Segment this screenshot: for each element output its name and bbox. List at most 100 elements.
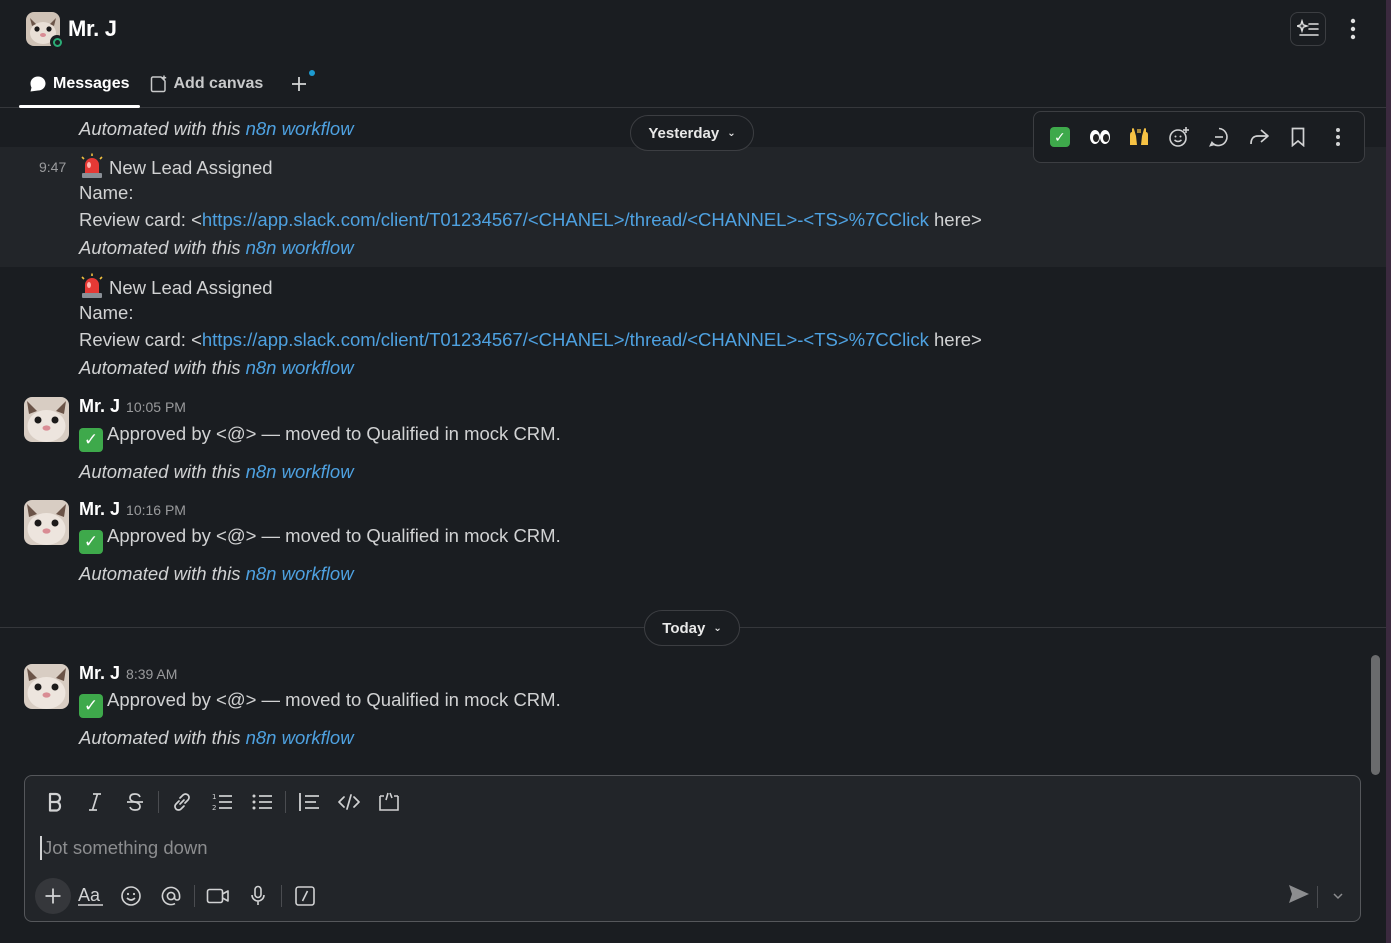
page-title[interactable]: Mr. J [68,16,117,42]
ordered-list-button[interactable]: 1 2 [202,785,242,819]
message-item[interactable]: New Lead Assigned Name: Review card: <ht… [0,267,1386,387]
send-button[interactable] [1288,884,1310,909]
add-reaction-button[interactable] [1159,117,1199,157]
avatar[interactable] [26,12,64,49]
plus-icon [45,888,61,904]
message-author[interactable]: Mr. J 10:05 PM [79,396,186,417]
date-label: Today [662,619,706,637]
send-options-button[interactable] [1332,886,1344,911]
bold-button[interactable] [35,785,75,819]
message-timestamp[interactable]: 8:39 AM [126,666,177,682]
mention-icon [161,886,181,906]
message-item[interactable]: 9:47 New Lead Assigned Name: Review card… [0,147,1386,267]
message-timestamp[interactable]: 9:47 [39,159,66,175]
code-block-button[interactable] [369,785,409,819]
automated-text: Automated with this [79,727,246,748]
more-options-button[interactable] [1335,12,1371,46]
message-timestamp[interactable]: 10:16 PM [126,502,186,518]
workflow-link[interactable]: n8n workflow [246,727,354,748]
message-item[interactable]: Mr. J 8:39 AM ✓ Approved by <@> — moved to… [0,660,1386,760]
message-text: ✓ Approved by <@> — moved to Qualified in… [79,525,561,554]
reply-thread-icon [1208,127,1228,147]
formatting-toolbar: 1 2 [35,785,409,819]
chevron-down-icon [1333,893,1343,900]
message-author[interactable]: Mr. J 8:39 AM [79,663,177,684]
message-actions-toolbar: ✓ [1033,111,1365,163]
check-mark-icon: ✓ [1049,127,1070,147]
text-format-button[interactable]: Aa [71,879,111,913]
emoji-icon [121,886,141,906]
eyes-reaction[interactable] [1080,117,1120,157]
workflow-link[interactable]: n8n workflow [246,237,354,258]
author-name[interactable]: Mr. J [79,499,120,519]
text-format-icon: Aa [78,885,103,906]
message-composer[interactable]: 1 2 Jot something down Aa [24,775,1361,922]
date-divider-today[interactable]: Today ⌄ [644,610,740,646]
review-prefix: Review card: < [79,209,202,230]
send-icon [1289,885,1309,903]
message-timestamp[interactable]: 10:05 PM [126,399,186,415]
tab-messages[interactable]: Messages [19,62,140,108]
blockquote-icon [299,793,319,811]
reply-thread-button[interactable] [1199,117,1239,157]
raised-hands-icon [1130,128,1149,145]
date-label: Yesterday [648,124,720,142]
toolbar-separator [158,791,159,813]
workflow-link[interactable]: n8n workflow [246,357,354,378]
mention-button[interactable] [151,879,191,913]
audio-clip-button[interactable] [238,879,278,913]
italic-button[interactable] [75,785,115,819]
svg-text:Aa: Aa [78,885,101,905]
message-list[interactable]: Automated with this n8n workflow 9:47 Ne… [0,108,1386,768]
italic-icon [89,793,101,811]
check-mark-icon: ✓ [79,694,103,718]
automated-note: Automated with this n8n workflow [79,563,354,585]
attach-button[interactable] [35,878,71,914]
message-item[interactable]: Mr. J 10:05 PM ✓ Approved by <@> — moved t… [0,391,1386,491]
review-card-link[interactable]: https://app.slack.com/client/T01234567/<… [202,209,929,230]
add-tab-button[interactable] [287,70,316,96]
bookmark-button[interactable] [1279,117,1319,157]
presence-icon [50,35,64,49]
rotating-light-icon [81,153,103,178]
emoji-button[interactable] [111,879,151,913]
message-author[interactable]: Mr. J 10:16 PM [79,499,186,520]
author-name[interactable]: Mr. J [79,663,120,683]
review-suffix: here> [928,209,982,230]
workflow-link[interactable]: n8n workflow [246,118,354,139]
author-name[interactable]: Mr. J [79,396,120,416]
avatar[interactable] [24,397,69,442]
ai-summary-button[interactable] [1290,12,1326,46]
name-line: Name: [79,182,134,203]
workflow-link[interactable]: n8n workflow [246,461,354,482]
raised-hands-reaction[interactable] [1120,117,1160,157]
workflow-link[interactable]: n8n workflow [246,563,354,584]
message-title-text: New Lead Assigned [109,157,273,178]
forward-button[interactable] [1239,117,1279,157]
review-card-link[interactable]: https://app.slack.com/client/T01234567/<… [202,329,929,350]
chevron-down-icon: ⌄ [727,127,736,139]
toolbar-separator [285,791,286,813]
eyes-icon [1089,130,1110,144]
scrollbar-thumb[interactable] [1371,655,1380,775]
code-button[interactable] [329,785,369,819]
channel-title-row[interactable]: Mr. J [26,12,117,49]
message-body: Approved by <@> — moved to Qualified in … [107,689,561,710]
automated-note: Automated with this n8n workflow [79,118,354,140]
strikethrough-button[interactable] [115,785,155,819]
link-button[interactable] [162,785,202,819]
blockquote-button[interactable] [289,785,329,819]
bulleted-list-button[interactable] [242,785,282,819]
video-clip-button[interactable] [198,879,238,913]
avatar[interactable] [24,664,69,709]
avatar[interactable] [24,500,69,545]
message-item[interactable]: Mr. J 10:16 PM ✓ Approved by <@> — moved t… [0,494,1386,594]
shortcuts-button[interactable] [285,879,325,913]
date-divider-yesterday[interactable]: Yesterday ⌄ [630,115,754,151]
check-mark-reaction[interactable]: ✓ [1040,117,1080,157]
review-prefix: Review card: < [79,329,202,350]
message-input[interactable]: Jot something down [40,836,208,860]
more-actions-button[interactable] [1318,117,1358,157]
more-actions-icon [1336,128,1341,146]
tab-add-canvas[interactable]: Add canvas [140,62,274,106]
